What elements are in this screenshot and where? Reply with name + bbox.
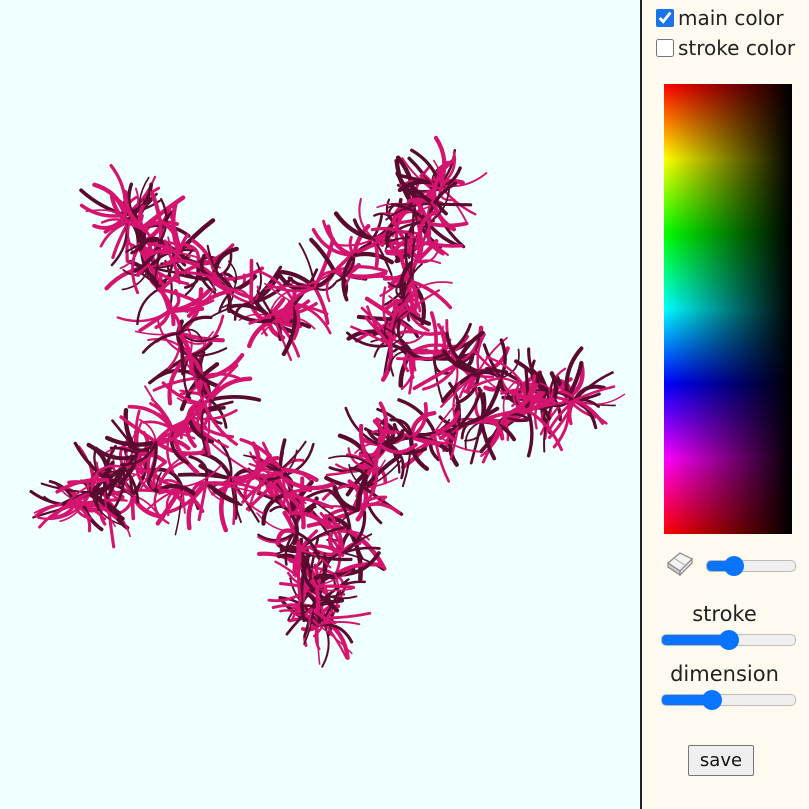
stroke-label: stroke	[692, 602, 757, 626]
stroke-slider[interactable]	[661, 634, 796, 646]
tool-panel: main color stroke color stroke dimension…	[640, 0, 809, 809]
stroke-color-checkbox[interactable]	[656, 39, 674, 57]
save-button[interactable]: save	[688, 745, 754, 776]
eraser-size-slider[interactable]	[706, 560, 796, 572]
main-color-label: main color	[678, 6, 784, 30]
stroke-color-option[interactable]: stroke color	[656, 36, 795, 60]
star-drawing	[29, 135, 626, 668]
dimension-label: dimension	[670, 662, 779, 686]
main-color-checkbox[interactable]	[656, 9, 674, 27]
main-color-option[interactable]: main color	[656, 6, 784, 30]
eraser-icon[interactable]	[664, 549, 696, 577]
stroke-color-label: stroke color	[678, 36, 796, 60]
color-palette[interactable]	[664, 84, 792, 534]
drawing-canvas[interactable]	[0, 0, 640, 809]
brush-strokes	[29, 135, 626, 668]
dimension-slider[interactable]	[661, 694, 796, 706]
